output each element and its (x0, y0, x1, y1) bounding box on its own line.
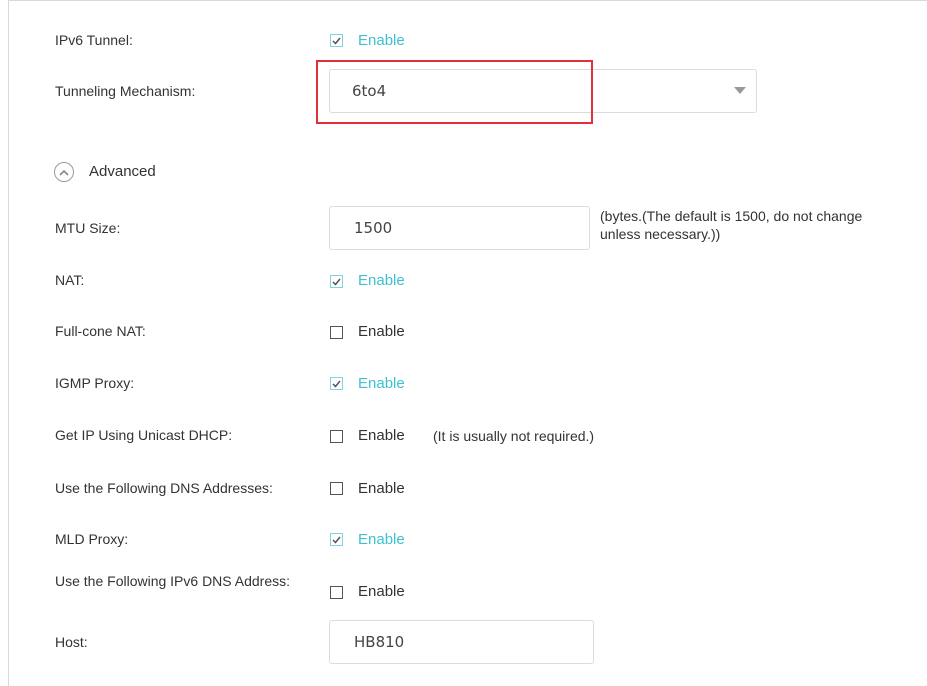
full-cone-nat-label: Full-cone NAT: (55, 323, 146, 339)
checkmark-icon (332, 278, 341, 286)
full-cone-nat-enable-label[interactable]: Enable (358, 323, 405, 341)
checkmark-icon (332, 536, 341, 544)
ipv6-dns-enable-label[interactable]: Enable (358, 583, 405, 601)
host-input[interactable]: HB810 (329, 620, 594, 664)
checkmark-icon (332, 37, 341, 45)
ipv6-tunnel-label: IPv6 Tunnel: (55, 32, 133, 48)
full-cone-nat-checkbox[interactable] (330, 326, 343, 339)
nat-enable-label[interactable]: Enable (358, 272, 405, 290)
ipv6-dns-checkbox[interactable] (330, 586, 343, 599)
ipv6-tunnel-enable-label[interactable]: Enable (358, 32, 405, 50)
caret-down-icon (734, 87, 746, 94)
mtu-size-label: MTU Size: (55, 220, 121, 236)
tunneling-mechanism-label: Tunneling Mechanism: (55, 83, 196, 99)
tunneling-mechanism-value: 6to4 (352, 82, 387, 100)
mld-proxy-enable-label[interactable]: Enable (358, 531, 405, 549)
nat-label: NAT: (55, 272, 85, 288)
tunneling-mechanism-select[interactable]: 6to4 (329, 69, 757, 113)
nat-checkbox[interactable] (330, 275, 343, 288)
dns-addresses-enable-label[interactable]: Enable (358, 480, 405, 498)
igmp-proxy-label: IGMP Proxy: (55, 375, 135, 391)
unicast-dhcp-note: (It is usually not required.) (433, 428, 595, 444)
igmp-proxy-enable-label[interactable]: Enable (358, 375, 405, 393)
advanced-toggle[interactable]: Advanced (89, 163, 156, 181)
chevron-up-circle-icon[interactable] (54, 162, 74, 182)
ipv6-tunnel-checkbox[interactable] (330, 34, 343, 47)
unicast-dhcp-label: Get IP Using Unicast DHCP: (55, 427, 233, 443)
checkmark-icon (332, 380, 341, 388)
dns-addresses-label: Use the Following DNS Addresses: (55, 480, 273, 496)
ipv6-dns-label: Use the Following IPv6 DNS Address: (55, 573, 290, 589)
dns-addresses-checkbox[interactable] (330, 482, 343, 495)
mtu-size-note: (bytes.(The default is 1500, do not chan… (600, 208, 863, 242)
host-label: Host: (55, 634, 88, 650)
igmp-proxy-checkbox[interactable] (330, 377, 343, 390)
unicast-dhcp-enable-label[interactable]: Enable (358, 427, 405, 445)
unicast-dhcp-checkbox[interactable] (330, 430, 343, 443)
mtu-size-input[interactable]: 1500 (329, 206, 590, 250)
mld-proxy-checkbox[interactable] (330, 533, 343, 546)
mld-proxy-label: MLD Proxy: (55, 531, 129, 547)
